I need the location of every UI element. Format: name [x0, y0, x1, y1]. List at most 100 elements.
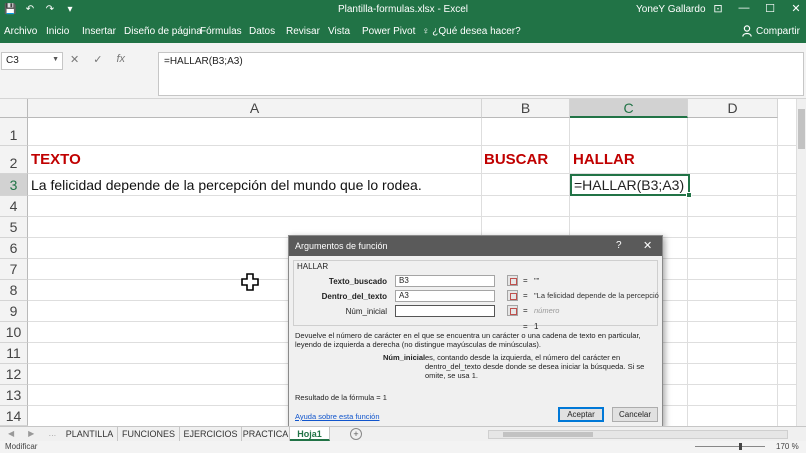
row-header-11[interactable]: 11: [0, 343, 28, 364]
zoom-knob[interactable]: [739, 443, 742, 450]
gridline: [28, 216, 806, 217]
arg-eq: =: [523, 276, 528, 285]
collapse-dialog-icon[interactable]: [507, 275, 518, 286]
row-header-5[interactable]: 5: [0, 217, 28, 238]
close-icon[interactable]: ✕: [643, 239, 652, 252]
scroll-thumb[interactable]: [798, 109, 805, 149]
tab-datos[interactable]: Datos: [249, 26, 275, 37]
row-header-10[interactable]: 10: [0, 322, 28, 343]
dialog-title: Argumentos de función: [289, 236, 662, 256]
minimize-button[interactable]: —: [738, 2, 750, 15]
status-mode: Modificar: [5, 442, 38, 451]
row-header-8[interactable]: 8: [0, 280, 28, 301]
arg-eq: =: [523, 306, 528, 315]
cell-c3: =HALLAR(B3;A3): [574, 177, 685, 193]
arg-input-texto-buscado[interactable]: B3: [395, 275, 495, 287]
horizontal-scrollbar[interactable]: [488, 430, 788, 439]
name-box-value: C3: [6, 55, 19, 66]
chevron-down-icon[interactable]: ▼: [52, 56, 59, 63]
cell-b2[interactable]: BUSCAR: [484, 151, 548, 168]
column-header-b[interactable]: B: [482, 99, 570, 118]
add-sheet-icon[interactable]: +: [350, 428, 362, 440]
next-sheet-icon[interactable]: ▶: [28, 429, 34, 438]
arg-input-num-inicial[interactable]: [395, 305, 495, 317]
share-button[interactable]: Compartir: [756, 26, 800, 37]
sheet-tab-hoja1[interactable]: Hoja1: [290, 427, 330, 441]
user-name[interactable]: YoneY Gallardo: [636, 4, 706, 15]
sheet-nav: ◀ ▶ …: [8, 429, 56, 438]
gridline: [777, 118, 778, 426]
zoom-slider[interactable]: [695, 443, 765, 450]
zoom-level[interactable]: 170 %: [776, 442, 799, 451]
arg-result-placeholder: número: [534, 306, 560, 315]
tab-formulas[interactable]: Fórmulas: [200, 26, 242, 37]
vertical-scrollbar[interactable]: [796, 99, 806, 426]
formula-bar: C3 ▼ ✕ ✓ fx =HALLAR(B3;A3): [0, 43, 806, 99]
cancel-button[interactable]: Cancelar: [612, 407, 658, 422]
arg-result: "La felicidad depende de la percepció: [534, 291, 659, 300]
cancel-entry-icon[interactable]: ✕: [70, 53, 79, 66]
arg-result: "": [534, 276, 540, 285]
arg-label-num-inicial: Núm_inicial: [345, 307, 387, 316]
enter-entry-icon[interactable]: ✓: [93, 53, 102, 66]
row-header-9[interactable]: 9: [0, 301, 28, 322]
prev-sheet-icon[interactable]: ◀: [8, 429, 14, 438]
row-header-14[interactable]: 14: [0, 406, 28, 426]
more-sheets-icon[interactable]: …: [48, 429, 56, 438]
row-header-13[interactable]: 13: [0, 385, 28, 406]
help-link[interactable]: Ayuda sobre esta función: [295, 412, 380, 421]
cell-a2[interactable]: TEXTO: [31, 151, 81, 168]
gridline: [28, 145, 806, 146]
cell-a3[interactable]: La felicidad depende de la percepción de…: [31, 177, 422, 193]
row-header-1[interactable]: 1: [0, 118, 28, 146]
insert-function-icon[interactable]: fx: [116, 53, 125, 66]
sheet-tab-ejercicios[interactable]: EJERCICIOS: [180, 427, 242, 441]
row-header-2[interactable]: 2: [0, 146, 28, 174]
select-all-corner[interactable]: [0, 99, 28, 118]
row-header-12[interactable]: 12: [0, 364, 28, 385]
scroll-thumb[interactable]: [503, 432, 593, 437]
user-icon: [742, 25, 752, 37]
column-header-c[interactable]: C: [570, 99, 688, 118]
name-box[interactable]: C3 ▼: [1, 52, 63, 70]
cell-c2[interactable]: HALLAR: [573, 151, 635, 168]
sheet-tab-plantilla[interactable]: PLANTILLA: [62, 427, 118, 441]
tab-insertar[interactable]: Insertar: [82, 26, 116, 37]
function-result-eq: =: [523, 322, 528, 331]
tab-vista[interactable]: Vista: [328, 26, 350, 37]
arg-input-dentro-del-texto[interactable]: A3: [395, 290, 495, 302]
column-header-a[interactable]: A: [28, 99, 482, 118]
row-header-7[interactable]: 7: [0, 259, 28, 280]
tab-diseno-pagina[interactable]: Diseño de página: [124, 26, 202, 37]
tab-power-pivot[interactable]: Power Pivot: [362, 26, 415, 37]
argument-description: es, contando desde la izquierda, el núme…: [425, 353, 645, 380]
tab-inicio[interactable]: Inicio: [46, 26, 69, 37]
sheet-tab-practica[interactable]: PRACTICA: [242, 427, 290, 441]
tell-me-search[interactable]: ♀ ¿Qué desea hacer?: [422, 26, 521, 37]
tab-archivo[interactable]: Archivo: [4, 26, 37, 37]
maximize-button[interactable]: ☐: [764, 2, 776, 15]
row-header-3[interactable]: 3: [0, 174, 28, 196]
tab-revisar[interactable]: Revisar: [286, 26, 320, 37]
ok-button[interactable]: Aceptar: [558, 407, 604, 422]
status-bar: Modificar 170 %: [0, 441, 806, 453]
arg-label-dentro-del-texto: Dentro_del_texto: [321, 292, 387, 301]
title-bar: 💾 ↶ ↷ ▾ Plantilla-formulas.xlsx - Excel …: [0, 0, 806, 21]
ribbon-display-icon[interactable]: ⊡: [712, 2, 724, 15]
function-name: HALLAR: [297, 262, 329, 271]
row-header-6[interactable]: 6: [0, 238, 28, 259]
function-result-value: 1: [534, 322, 539, 331]
argument-name: Núm_inicial: [383, 353, 426, 362]
collapse-dialog-icon[interactable]: [507, 290, 518, 301]
close-button[interactable]: ✕: [790, 2, 802, 15]
active-cell-c3[interactable]: =HALLAR(B3;A3): [570, 174, 692, 198]
column-header-d[interactable]: D: [688, 99, 778, 118]
fill-handle[interactable]: [686, 192, 692, 198]
gridline: [687, 118, 688, 426]
formula-input[interactable]: =HALLAR(B3;A3): [158, 52, 804, 96]
row-header-4[interactable]: 4: [0, 196, 28, 217]
sheet-tab-funciones[interactable]: FUNCIONES: [118, 427, 180, 441]
help-icon[interactable]: ?: [616, 240, 622, 251]
arg-eq: =: [523, 291, 528, 300]
collapse-dialog-icon[interactable]: [507, 305, 518, 316]
